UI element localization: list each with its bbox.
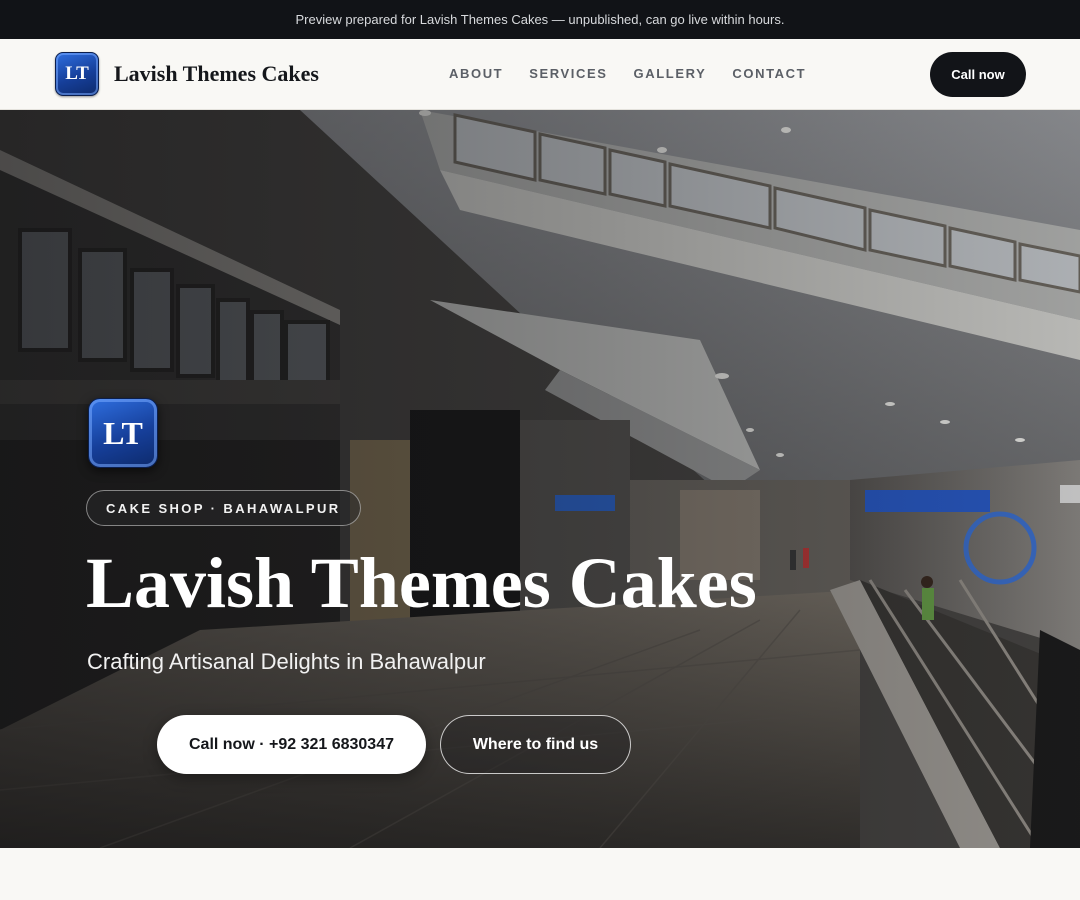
hero-subtitle: Crafting Artisanal Delights in Bahawalpu…	[87, 649, 486, 674]
site-header: LT Lavish Themes Cakes ABOUT SERVICES GA…	[0, 39, 1080, 110]
preview-banner: Preview prepared for Lavish Themes Cakes…	[0, 0, 1080, 39]
logo-initials: LT	[65, 63, 89, 84]
brand-name[interactable]: Lavish Themes Cakes	[114, 61, 319, 87]
hero-category-text: CAKE SHOP · BAHAWALPUR	[106, 500, 341, 516]
preview-banner-text: Preview prepared for Lavish Themes Cakes…	[295, 12, 785, 27]
main-nav: ABOUT SERVICES GALLERY CONTACT	[449, 66, 806, 81]
next-section	[0, 848, 1080, 900]
call-now-button[interactable]: Call now · +92 321 6830347	[157, 715, 426, 774]
hero-title: Lavish Themes Cakes	[86, 543, 757, 623]
hero-section: LT CAKE SHOP · BAHAWALPUR Lavish Themes …	[0, 110, 1080, 848]
nav-link-gallery[interactable]: GALLERY	[634, 66, 707, 81]
nav-link-about[interactable]: ABOUT	[449, 66, 503, 81]
nav-link-contact[interactable]: CONTACT	[732, 66, 806, 81]
hero-logo-icon: LT	[88, 398, 158, 468]
find-us-button[interactable]: Where to find us	[440, 715, 631, 774]
header-call-button[interactable]: Call now	[930, 52, 1026, 97]
nav-link-services[interactable]: SERVICES	[529, 66, 607, 81]
hero-category-badge: CAKE SHOP · BAHAWALPUR	[86, 490, 361, 526]
logo-icon[interactable]: LT	[55, 52, 99, 96]
hero-logo-initials: LT	[103, 414, 143, 451]
